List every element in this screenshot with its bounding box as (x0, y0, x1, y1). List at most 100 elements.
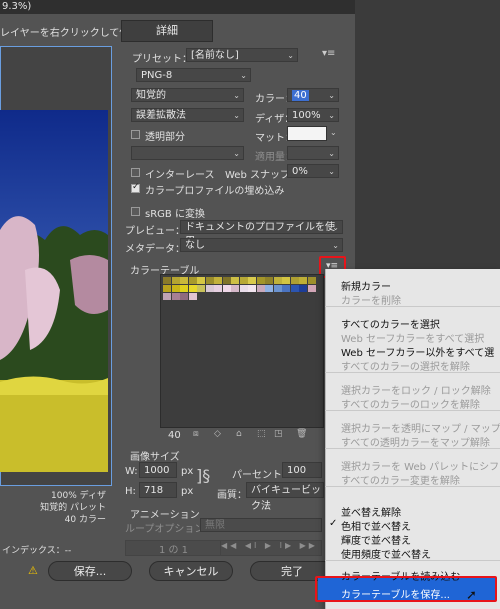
animation-controls[interactable]: ◀◀ ◀I ▶ I▶ ▶▶ (220, 540, 322, 556)
color-swatches[interactable] (163, 277, 321, 307)
color-swatch[interactable] (222, 277, 231, 284)
warning-icon: ⚠ (28, 564, 38, 577)
color-swatch[interactable] (205, 285, 214, 292)
preview-profile-select[interactable]: ドキュメントのプロファイルを使用⌄ (180, 220, 343, 247)
color-swatch[interactable] (163, 293, 171, 300)
embed-profile-label: カラープロファイルの埋め込み (145, 186, 285, 197)
color-swatch[interactable] (282, 277, 290, 284)
color-swatch[interactable] (197, 285, 205, 292)
lock-icon[interactable]: ⌂ (236, 429, 242, 439)
quality-select[interactable]: バイキュービック法 (246, 482, 324, 512)
color-swatch[interactable] (171, 285, 180, 292)
color-swatch[interactable] (171, 293, 180, 300)
transparent-map-icon[interactable]: ◇ (214, 429, 221, 439)
color-swatch[interactable] (290, 285, 299, 292)
menu-item[interactable]: Web セーフカラー以外をすべて選 (341, 344, 494, 359)
menu-item[interactable]: すべてのカラーを選択 (341, 316, 440, 331)
interlaced-checkbox[interactable] (131, 168, 140, 177)
color-swatch[interactable] (188, 277, 197, 284)
chevron-down-icon[interactable]: ⌄ (330, 128, 337, 137)
transparency-checkbox[interactable] (131, 130, 140, 139)
metadata-label: メタデータ： (125, 244, 185, 255)
color-count: 40 (168, 430, 181, 441)
dither-field[interactable]: 100% ⌄ (287, 108, 339, 122)
color-swatch[interactable] (171, 277, 180, 284)
websnap-field[interactable]: 0% ⌄ (287, 164, 339, 178)
color-swatch[interactable] (239, 277, 248, 284)
color-swatch[interactable] (231, 285, 239, 292)
matte-swatch[interactable] (287, 126, 327, 141)
details-tab[interactable]: 詳細 (121, 20, 213, 42)
info-colors: 40 カラー (64, 515, 106, 525)
chevron-down-icon: ⌄ (332, 241, 339, 250)
menu-item[interactable]: 使用頻度で並べ替え (341, 546, 431, 561)
color-swatch[interactable] (256, 277, 265, 284)
menu-item[interactable]: 色相で並べ替え (341, 518, 411, 533)
color-swatch[interactable] (222, 285, 231, 292)
chevron-down-icon: ⌄ (233, 111, 240, 120)
web-shift-icon[interactable]: ⧈ (193, 429, 199, 439)
color-swatch[interactable] (299, 277, 307, 284)
amount-field[interactable]: ⌄ (287, 146, 339, 160)
color-swatch[interactable] (282, 285, 290, 292)
color-swatch[interactable] (231, 277, 239, 284)
format-select[interactable]: PNG-8 ⌄ (136, 68, 251, 82)
transparency-dither-select[interactable]: ⌄ (131, 146, 244, 160)
color-swatch[interactable] (239, 285, 248, 292)
height-field[interactable]: 718 (139, 482, 177, 498)
srgb-checkbox[interactable] (131, 207, 140, 216)
width-field[interactable]: 1000 (139, 462, 177, 478)
menu-item[interactable]: 新規カラー (341, 278, 391, 293)
color-swatch[interactable] (188, 293, 197, 300)
embed-profile-checkbox[interactable] (131, 182, 140, 193)
menu-item[interactable]: 輝度で並べ替え (341, 532, 411, 547)
height-label: H: (125, 486, 136, 497)
color-swatch[interactable] (180, 285, 188, 292)
preset-select[interactable]: [名前なし] ⌄ (186, 48, 298, 62)
color-swatch[interactable] (265, 285, 273, 292)
chevron-down-icon: ⌄ (332, 223, 339, 232)
color-swatch[interactable] (180, 277, 188, 284)
color-swatch[interactable] (290, 277, 299, 284)
color-swatch[interactable] (205, 277, 214, 284)
height-unit: px (181, 486, 194, 497)
menu-separator (325, 372, 500, 373)
checkmark-icon: ✓ (329, 518, 338, 529)
animation-title: アニメーション (130, 510, 200, 521)
link-icon[interactable]: ]§ (196, 466, 210, 485)
percent-field[interactable]: 100 (282, 462, 322, 478)
color-swatch[interactable] (248, 285, 256, 292)
color-swatch[interactable] (214, 277, 222, 284)
color-swatch[interactable] (307, 277, 316, 284)
dither-algorithm-select[interactable]: 誤差拡散法 ⌄ (131, 108, 244, 122)
reduction-select[interactable]: 知覚的 ⌄ (131, 88, 244, 102)
trash-icon[interactable]: 🗑 (296, 429, 307, 439)
color-swatch[interactable] (273, 285, 282, 292)
color-swatch[interactable] (214, 285, 222, 292)
save-button[interactable]: 保存... (48, 561, 132, 581)
color-swatch[interactable] (256, 285, 265, 292)
cancel-button[interactable]: キャンセル (149, 561, 233, 581)
color-swatch[interactable] (197, 277, 205, 284)
eyedropper-icon[interactable]: ⬚ (257, 429, 266, 439)
menu-item[interactable]: 並べ替え解除 (341, 504, 401, 519)
color-swatch[interactable] (163, 277, 171, 284)
loop-select[interactable]: 無限 (200, 518, 322, 532)
preset-menu-icon[interactable]: ▾≡ (322, 48, 335, 59)
colors-field[interactable]: 40 ⌄ (287, 88, 339, 102)
menu-item: すべての透明カラーをマップ解除 (341, 438, 490, 449)
color-swatch[interactable] (163, 285, 171, 292)
color-swatch[interactable] (188, 285, 197, 292)
new-color-icon[interactable]: ◳ (274, 429, 283, 439)
color-swatch[interactable] (265, 277, 273, 284)
chevron-down-icon: ⌄ (328, 167, 335, 176)
metadata-select[interactable]: なし ⌄ (180, 238, 343, 252)
menu-item: 選択カラーを透明にマップ / マップ (341, 424, 500, 435)
title-bar: 9.3%) (0, 0, 355, 14)
color-swatch[interactable] (180, 293, 188, 300)
color-swatch[interactable] (307, 285, 316, 292)
color-swatch[interactable] (248, 277, 256, 284)
color-table-grid[interactable] (160, 274, 324, 428)
color-swatch[interactable] (273, 277, 282, 284)
color-swatch[interactable] (299, 285, 307, 292)
